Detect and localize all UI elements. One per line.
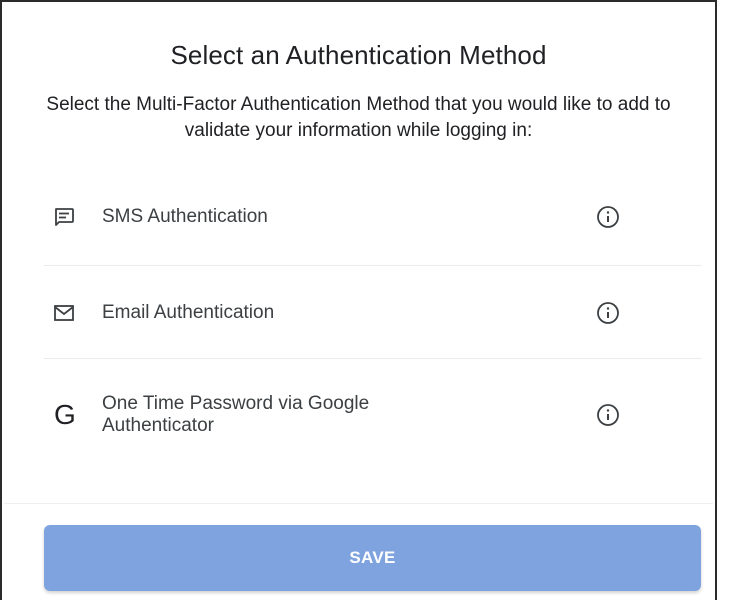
- save-button[interactable]: SAVE: [44, 525, 701, 591]
- option-email-authentication[interactable]: Email Authentication: [44, 267, 702, 359]
- option-label: SMS Authentication: [102, 205, 268, 227]
- info-icon[interactable]: [596, 403, 620, 427]
- sms-message-icon: [52, 203, 92, 231]
- google-g-icon: G: [54, 399, 76, 430]
- option-google-authenticator[interactable]: G One Time Password via Google Authentic…: [44, 360, 702, 470]
- option-label: One Time Password via Google Authenticat…: [102, 393, 370, 436]
- info-icon[interactable]: [596, 205, 620, 229]
- option-label: Email Authentication: [102, 301, 275, 323]
- authentication-method-dialog: Select an Authentication Method Select t…: [0, 0, 717, 600]
- option-sms-authentication[interactable]: SMS Authentication: [44, 168, 702, 266]
- dialog-subtitle: Select the Multi-Factor Authentication M…: [46, 94, 671, 141]
- dialog-title: Select an Authentication Method: [170, 40, 547, 70]
- footer-divider: [4, 503, 713, 504]
- envelope-icon: [52, 299, 92, 327]
- info-icon[interactable]: [596, 301, 620, 325]
